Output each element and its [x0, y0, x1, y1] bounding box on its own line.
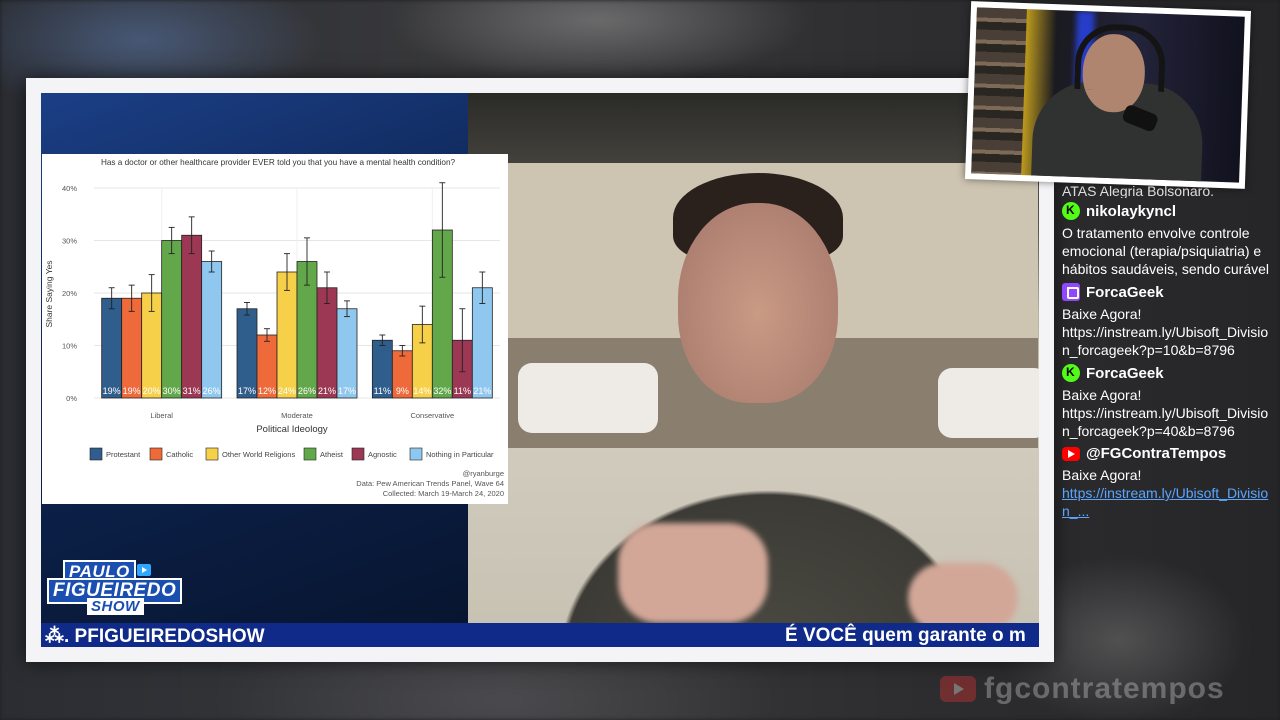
data-label: 26% [298, 386, 316, 396]
data-label: 31% [183, 386, 201, 396]
show-logo: PAULO FIGUEIREDO SHOW [43, 560, 193, 620]
x-axis-label: Political Ideology [256, 424, 328, 435]
chat-message: ForcaGeek Baixe Agora! https://instream.l… [1062, 364, 1280, 440]
chat-message: @FGContraTempos Baixe Agora! https://instr… [1062, 445, 1280, 520]
x-tick-label: Moderate [281, 411, 313, 420]
data-label: 19% [123, 386, 141, 396]
y-tick-label: 20% [62, 289, 77, 298]
chart-legend: Protestant Catholic Other World Religions A… [89, 447, 494, 461]
data-label: 17% [238, 386, 256, 396]
guest-head [678, 203, 838, 403]
data-label: 17% [338, 386, 356, 396]
chat-user-row: @FGContraTempos [1062, 445, 1280, 462]
data-label: 32% [433, 386, 451, 396]
data-label: 26% [203, 386, 221, 396]
data-label: 20% [143, 386, 161, 396]
youtube-icon [940, 676, 976, 702]
bar [471, 287, 493, 399]
chat-message: nikolaykyncl O tratamento envolve control… [1062, 202, 1280, 278]
chat-message-list: nikolaykyncl O tratamento envolve control… [1054, 202, 1280, 520]
chat-link[interactable]: https://instream.ly/Ubisoft_Division_... [1062, 484, 1272, 520]
legend-label: Nothing in Particular [426, 450, 494, 459]
guest-camera [468, 93, 1039, 647]
data-label: 24% [278, 386, 296, 396]
twitch-icon [1062, 283, 1080, 301]
data-label: 30% [163, 386, 181, 396]
play-icon [137, 564, 151, 576]
bar [201, 261, 223, 399]
watermark-text: fgcontratempos [984, 672, 1225, 705]
legend-swatch [303, 447, 317, 461]
kick-icon [1062, 364, 1080, 382]
chat-text: Baixe Agora! https://instream.ly/Ubisoft… [1062, 306, 1269, 358]
legend-swatch [149, 447, 163, 461]
y-tick-label: 30% [62, 237, 77, 246]
data-label: 9% [396, 386, 409, 396]
chat-text: O tratamento envolve controle emocional … [1062, 225, 1270, 277]
legend-label: Other World Religions [222, 450, 295, 459]
bookshelf [971, 7, 1027, 176]
bar [101, 297, 123, 399]
chat-user-row: nikolaykyncl [1062, 202, 1280, 220]
legend-label: Atheist [320, 450, 344, 459]
stream-video: Has a doctor or other healthcare provide… [41, 93, 1039, 647]
youtube-icon [1062, 446, 1080, 461]
news-ticker: ⁂. PFIGUEIREDOSHOW É VOCÊ quem garante o… [41, 623, 1039, 647]
chat-text: Baixe Agora! https://instream.ly/Ubisoft… [1062, 387, 1269, 439]
bar [276, 271, 298, 399]
chat-username: ForcaGeek [1086, 364, 1164, 382]
chart-source: Data: Pew American Trends Panel, Wave 64 [356, 479, 504, 488]
chart-collected: Collected: March 19-March 24, 2020 [383, 489, 504, 498]
legend-label: Agnostic [368, 450, 397, 459]
chat-user-row: ForcaGeek [1062, 283, 1280, 301]
guest-hand [618, 523, 768, 623]
ticker-handle: ⁂. PFIGUEIREDOSHOW [45, 626, 265, 647]
legend-swatch [351, 447, 365, 461]
bar [316, 287, 338, 399]
y-tick-label: 0% [66, 394, 77, 403]
bar [121, 297, 143, 399]
host-webcam-feed [971, 7, 1245, 183]
data-label: 11% [374, 386, 391, 396]
y-axis-label: Share Saying Yes [44, 260, 54, 327]
data-label: 21% [318, 386, 336, 396]
data-label: 11% [454, 386, 471, 396]
chart-title: Has a doctor or other healthcare provide… [101, 158, 456, 167]
y-tick-label: 40% [62, 184, 77, 193]
chat-text: Baixe Agora! [1062, 467, 1142, 483]
host-webcam [964, 1, 1252, 189]
logo-line-3: SHOW [87, 598, 144, 615]
chat-username: @FGContraTempos [1086, 445, 1227, 462]
bar [236, 308, 258, 399]
x-tick-label: Liberal [150, 411, 173, 420]
chat-overlay: ATAS Alegria Bolsonaro. nikolaykyncl O tr… [1054, 186, 1280, 626]
headphones-icon [1074, 22, 1167, 92]
bar [181, 234, 203, 399]
chat-username: ForcaGeek [1086, 283, 1164, 301]
legend-label: Protestant [106, 450, 141, 459]
data-label: 21% [473, 386, 491, 396]
y-tick-label: 10% [62, 342, 77, 351]
data-label: 12% [258, 386, 276, 396]
legend-swatch [409, 447, 423, 461]
chat-user-row: ForcaGeek [1062, 364, 1280, 382]
kick-icon [1062, 202, 1080, 220]
bar [161, 240, 183, 399]
bar [336, 308, 358, 399]
x-tick-label: Conservative [410, 411, 454, 420]
chart-credit: @ryanburge [463, 469, 504, 478]
chat-username: nikolaykyncl [1086, 202, 1177, 220]
watermark: fgcontratempos [940, 672, 1225, 706]
chat-cut-line: ATAS Alegria Bolsonaro. [1062, 186, 1215, 198]
legend-label: Catholic [166, 450, 193, 459]
legend-swatch [89, 447, 103, 461]
legend-swatch [205, 447, 219, 461]
chat-message: ForcaGeek Baixe Agora! https://instream.l… [1062, 283, 1280, 359]
data-label: 19% [103, 386, 121, 396]
bar-chart: Has a doctor or other healthcare provide… [44, 158, 504, 498]
ticker-message: É VOCÊ quem garante o m [785, 625, 1026, 646]
data-label: 14% [413, 386, 431, 396]
chart-card: Has a doctor or other healthcare provide… [42, 154, 508, 504]
